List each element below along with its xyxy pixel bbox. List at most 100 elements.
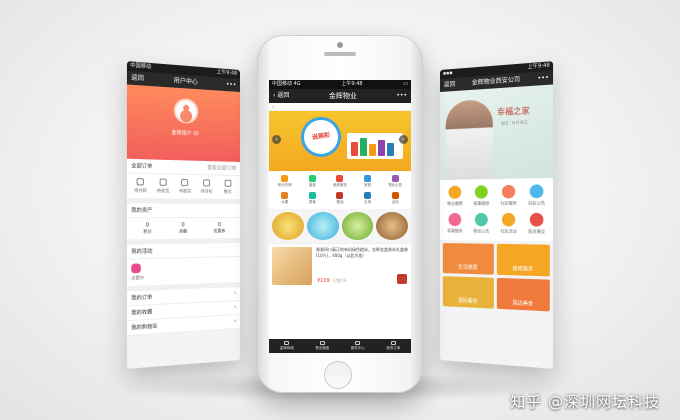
family-photo bbox=[445, 98, 493, 180]
category-item[interactable]: 日用 bbox=[354, 192, 382, 205]
service-item[interactable]: 投诉建议 bbox=[524, 212, 550, 235]
product-image bbox=[272, 247, 312, 285]
main-screen: 中国移动 4G 上午9:48 ▭ ‹ 返回 金辉物业 ••• ⌕ 送照彩 ‹ ›… bbox=[269, 80, 411, 353]
category-item[interactable]: 粮油 bbox=[326, 192, 354, 205]
refund-icon bbox=[224, 179, 232, 187]
orders-label: 全部订单 bbox=[131, 163, 153, 170]
orders-link[interactable]: 查看全部订单 bbox=[207, 164, 236, 172]
edit-icon bbox=[390, 341, 396, 345]
product-price: ¥109 bbox=[317, 278, 330, 284]
promo-banner[interactable]: 送照彩 ‹ › bbox=[269, 111, 411, 171]
featured-image-bamboo[interactable] bbox=[341, 212, 374, 240]
tile-renovation[interactable]: 装修服务 bbox=[496, 243, 550, 277]
stat-coupons[interactable]: 0 优惠券 bbox=[214, 222, 226, 234]
status-time: 上午9:48 bbox=[341, 81, 363, 87]
service-item[interactable]: 社区公告 bbox=[524, 184, 550, 206]
event-icon bbox=[501, 212, 516, 227]
watermark: 知乎 @深圳网坛科技 bbox=[510, 393, 660, 411]
service-item[interactable]: 家政服务 bbox=[443, 212, 467, 234]
product-card[interactable]: 果香四川真正的有机绿色糙米，金辉金盖香米礼盒装(10斤)，400g（以此为准） … bbox=[269, 243, 411, 287]
activity-item[interactable]: 点赞中 bbox=[126, 257, 240, 292]
carousel-prev-button[interactable]: ‹ bbox=[272, 135, 281, 144]
more-icon[interactable]: ••• bbox=[226, 78, 236, 92]
order-icon-review[interactable]: 待评价 bbox=[199, 179, 215, 195]
camera bbox=[337, 42, 343, 48]
home-button[interactable] bbox=[324, 361, 352, 389]
page-title: 金辉物业 bbox=[328, 92, 357, 100]
chevron-right-icon: › bbox=[234, 304, 237, 311]
service-item[interactable]: 物业缴费 bbox=[443, 185, 467, 207]
repair-icon bbox=[336, 175, 344, 182]
back-button[interactable]: 返回 bbox=[444, 78, 456, 92]
feature-tiles: 生活缴费 装修服务 便民服务 周边美食 bbox=[440, 240, 553, 315]
category-item[interactable]: 维修服务 bbox=[326, 175, 354, 188]
like-icon bbox=[131, 263, 141, 274]
main-phone: 中国移动 4G 上午9:48 ▭ ‹ 返回 金辉物业 ••• ⌕ 送照彩 ‹ ›… bbox=[257, 35, 423, 393]
product-sold-count: 已售19 bbox=[333, 278, 347, 283]
featured-image-nuts[interactable] bbox=[376, 212, 408, 240]
tab-mall[interactable]: 金辉商城 bbox=[269, 339, 305, 353]
profile-header: 金辉用户 ID bbox=[126, 84, 240, 162]
category-item[interactable]: 零食 bbox=[299, 192, 327, 205]
feedback-icon bbox=[529, 212, 544, 227]
back-button[interactable]: ‹ 返回 bbox=[273, 89, 289, 103]
housekeeping-icon bbox=[364, 175, 372, 182]
category-item[interactable]: 积分兑换 bbox=[271, 175, 299, 188]
tab-bar: 金辉商城 物业缴费 服务中心 我的订单 bbox=[269, 339, 411, 353]
asset-stats: 0 积分 0 余额 0 优惠券 bbox=[126, 218, 240, 245]
hero-subtitle: WE HOME bbox=[500, 119, 529, 127]
more-icon[interactable]: ••• bbox=[537, 71, 548, 86]
stat-points[interactable]: 0 积分 bbox=[143, 222, 151, 235]
carousel-next-button[interactable]: › bbox=[399, 135, 408, 144]
user-icon bbox=[355, 341, 361, 345]
points-icon bbox=[281, 175, 289, 182]
tab-payment[interactable]: 物业缴费 bbox=[305, 339, 341, 353]
speaker bbox=[324, 52, 356, 56]
product-shelf-image bbox=[347, 133, 403, 159]
wallet-icon bbox=[136, 178, 145, 186]
category-item[interactable]: 水果 bbox=[271, 192, 299, 205]
order-icon-pending-receive[interactable]: 待收货 bbox=[177, 178, 193, 195]
service-item[interactable]: 报事报修 bbox=[469, 185, 494, 207]
grid-icon bbox=[319, 341, 325, 345]
order-icon-pending-pay[interactable]: 待付款 bbox=[132, 178, 149, 194]
tile-utilities[interactable]: 生活缴费 bbox=[442, 243, 494, 275]
box-icon bbox=[159, 178, 167, 186]
search-bar[interactable]: ⌕ bbox=[269, 103, 411, 111]
stat-balance[interactable]: 0 余额 bbox=[179, 222, 187, 234]
chevron-right-icon: › bbox=[234, 290, 237, 297]
back-button[interactable]: 返回 bbox=[131, 71, 144, 86]
order-icon-aftersale[interactable]: 售后 bbox=[220, 179, 235, 195]
category-item[interactable]: 活动 bbox=[381, 192, 409, 205]
hero-banner[interactable]: 幸福之家 WE HOME bbox=[440, 84, 554, 180]
cart-icon[interactable] bbox=[397, 274, 407, 284]
truck-icon bbox=[181, 178, 189, 187]
service-item[interactable]: 社区活动 bbox=[496, 212, 522, 235]
category-item[interactable]: 缴费 bbox=[299, 175, 327, 188]
more-icon[interactable]: ••• bbox=[396, 89, 407, 103]
service-item[interactable]: 物业公告 bbox=[469, 212, 494, 235]
tab-service[interactable]: 服务中心 bbox=[340, 339, 376, 353]
service-item[interactable]: 社区服务 bbox=[496, 184, 522, 207]
tab-orders[interactable]: 我的订单 bbox=[376, 339, 412, 353]
battery-icon: ▭ bbox=[403, 81, 408, 87]
hero-title: 幸福之家 bbox=[496, 105, 530, 118]
left-phone-screen: 中国移动 上午9:48 返回 用户中心 ••• 金辉用户 ID 全部订单 查看全… bbox=[126, 61, 240, 369]
category-icons: 积分兑换 缴费 维修服务 家政 物业公告 水果 零食 粮油 日用 活动 bbox=[269, 171, 411, 209]
username: 金辉用户 ID bbox=[171, 129, 199, 138]
community-icon bbox=[501, 184, 516, 199]
order-status-icons: 待付款 待发货 待收货 待评价 售后 bbox=[126, 173, 240, 204]
avatar[interactable] bbox=[174, 97, 199, 124]
notice-icon bbox=[529, 184, 544, 199]
carrier-text: 中国移动 4G bbox=[272, 81, 301, 87]
featured-image-corn[interactable] bbox=[272, 212, 304, 240]
repair-icon bbox=[474, 185, 488, 199]
order-icon-pending-ship[interactable]: 待发货 bbox=[155, 178, 172, 194]
category-item[interactable]: 家政 bbox=[354, 175, 382, 188]
tile-convenience[interactable]: 便民服务 bbox=[442, 276, 494, 309]
category-item[interactable]: 物业公告 bbox=[381, 175, 409, 188]
featured-image-water[interactable] bbox=[306, 212, 339, 240]
grain-icon bbox=[336, 192, 344, 199]
tile-food[interactable]: 周边美食 bbox=[496, 277, 550, 312]
snack-icon bbox=[308, 192, 316, 199]
